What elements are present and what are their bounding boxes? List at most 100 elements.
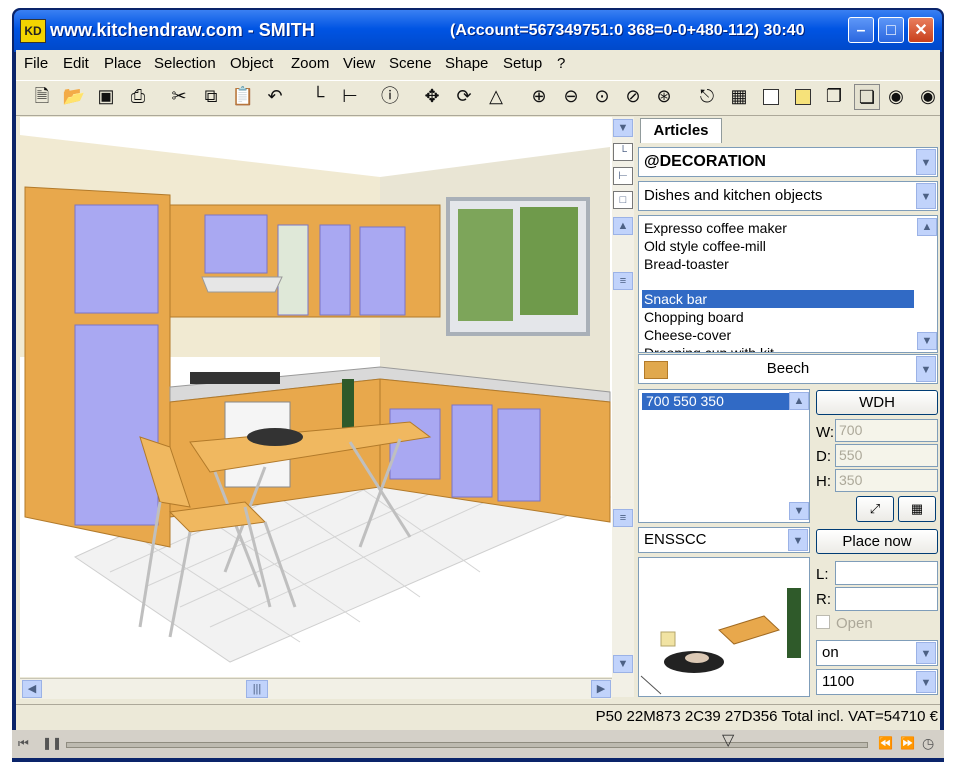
- chevron-down-icon[interactable]: ▼: [916, 642, 936, 664]
- list-item[interactable]: Old style coffee-mill: [642, 237, 914, 255]
- shaded-icon[interactable]: [795, 89, 811, 105]
- height-select[interactable]: 1100 ▼: [816, 669, 938, 695]
- menu-setup[interactable]: Setup: [503, 55, 542, 72]
- depth-field[interactable]: 550: [835, 444, 938, 467]
- timeline-track[interactable]: [66, 742, 868, 748]
- grid-icon[interactable]: ▦: [898, 496, 936, 522]
- menu-zoom[interactable]: Zoom: [291, 55, 329, 72]
- print-icon[interactable]: ⎙: [126, 84, 150, 108]
- code-select[interactable]: ENSSCC ▼: [638, 527, 810, 553]
- plan-view-icon[interactable]: ▦: [727, 84, 751, 108]
- menu-help[interactable]: ?: [557, 55, 565, 72]
- view-scroll-down-icon[interactable]: ▼: [613, 655, 633, 673]
- size-up-icon[interactable]: ▲: [789, 392, 809, 410]
- menu-scene[interactable]: Scene: [389, 55, 432, 72]
- scroll-left-icon[interactable]: ◀: [22, 680, 42, 698]
- mirror-icon[interactable]: △: [484, 84, 508, 108]
- size-list[interactable]: 700 550 350 ▲ ▼: [638, 389, 810, 523]
- wireframe-icon[interactable]: [763, 89, 779, 105]
- menu-object[interactable]: Object: [230, 55, 273, 72]
- render-icon[interactable]: ⎋: [695, 84, 719, 108]
- minimize-button[interactable]: –: [848, 17, 874, 43]
- wall-tool-icon[interactable]: └: [613, 143, 633, 161]
- menu-file[interactable]: File: [24, 55, 48, 72]
- r-field[interactable]: [835, 587, 938, 611]
- list-item[interactable]: [642, 273, 914, 291]
- tab-articles[interactable]: Articles: [640, 118, 722, 143]
- info-icon[interactable]: ⓘ: [378, 84, 402, 108]
- articles-list[interactable]: Expresso coffee maker Old style coffee-m…: [638, 215, 938, 353]
- list-item-selected[interactable]: Snack bar: [642, 290, 914, 308]
- camera-icon[interactable]: ◉: [884, 84, 908, 108]
- wdh-button[interactable]: WDH: [816, 390, 938, 415]
- resize-icon[interactable]: ⤢: [856, 496, 894, 522]
- save-icon[interactable]: ▣: [94, 84, 118, 108]
- list-item[interactable]: Bread-toaster: [642, 255, 914, 273]
- width-field[interactable]: 700: [835, 419, 938, 442]
- undo-icon[interactable]: ↶: [263, 84, 287, 108]
- horizontal-scrollbar[interactable]: ◀ ||| ▶: [20, 678, 612, 699]
- list-scroll-down-icon[interactable]: ≡: [613, 509, 633, 527]
- elevation-icon[interactable]: ❐: [822, 84, 846, 108]
- zoom-window-icon[interactable]: ⊙: [590, 84, 614, 108]
- place-now-button[interactable]: Place now: [816, 529, 938, 554]
- zoom-previous-icon[interactable]: ⊛: [652, 84, 676, 108]
- timeline-handle-icon[interactable]: ▽: [722, 730, 734, 750]
- fast-rewind-icon[interactable]: ⏪: [878, 736, 893, 750]
- chevron-down-icon[interactable]: ▼: [916, 183, 936, 209]
- open-checkbox[interactable]: [816, 615, 830, 629]
- finish-select[interactable]: Beech ▼: [638, 354, 938, 384]
- close-button[interactable]: ✕: [908, 17, 934, 43]
- maximize-button[interactable]: □: [878, 17, 904, 43]
- dimension-icon[interactable]: ⊢: [338, 84, 362, 108]
- menu-selection[interactable]: Selection: [154, 55, 216, 72]
- chevron-down-icon[interactable]: ▼: [916, 356, 936, 382]
- move-icon[interactable]: ✥: [420, 84, 444, 108]
- menu-place[interactable]: Place: [104, 55, 142, 72]
- size-option-selected[interactable]: 700 550 350: [642, 393, 791, 410]
- perspective-icon[interactable]: ❏: [854, 84, 880, 110]
- menu-edit[interactable]: Edit: [63, 55, 89, 72]
- paste-icon[interactable]: 📋: [231, 84, 255, 108]
- menu-shape[interactable]: Shape: [445, 55, 488, 72]
- zoom-out-icon[interactable]: ⊖: [559, 84, 583, 108]
- list-item[interactable]: Expresso coffee maker: [642, 219, 914, 237]
- height-field[interactable]: 350: [835, 469, 938, 492]
- list-up-icon[interactable]: ▲: [917, 218, 937, 236]
- list-scroll-up-icon[interactable]: ▲: [613, 217, 633, 235]
- scroll-right-icon[interactable]: ▶: [591, 680, 611, 698]
- scene-3d-view[interactable]: [20, 117, 612, 677]
- list-item[interactable]: Drooping cup with kit...: [642, 344, 914, 352]
- dimension-tool-icon[interactable]: ⊢: [613, 167, 633, 185]
- l-label: L:: [816, 566, 829, 583]
- list-item[interactable]: Cheese-cover: [642, 326, 914, 344]
- rewind-icon[interactable]: ⏮: [18, 736, 29, 751]
- l-field[interactable]: [835, 561, 938, 585]
- cut-icon[interactable]: ✂: [167, 84, 191, 108]
- list-scroll-thumb[interactable]: ≡: [613, 272, 633, 290]
- chevron-down-icon[interactable]: ▼: [916, 671, 936, 693]
- size-down-icon[interactable]: ▼: [789, 502, 809, 520]
- menu-view[interactable]: View: [343, 55, 375, 72]
- fast-forward-icon[interactable]: ⏩: [900, 736, 915, 750]
- photo-icon[interactable]: ◉: [916, 84, 940, 108]
- catalog-select[interactable]: @DECORATION ▼: [638, 147, 938, 177]
- clock-icon[interactable]: ◷: [922, 735, 934, 752]
- open-icon[interactable]: 📂: [62, 84, 86, 108]
- category-select[interactable]: Dishes and kitchen objects ▼: [638, 181, 938, 211]
- zoom-all-icon[interactable]: ⊘: [621, 84, 645, 108]
- scroll-thumb[interactable]: |||: [246, 680, 268, 698]
- pause-icon[interactable]: ❚❚: [42, 736, 62, 750]
- chevron-down-icon[interactable]: ▼: [788, 529, 808, 551]
- zoom-in-icon[interactable]: ⊕: [527, 84, 551, 108]
- page-tool-icon[interactable]: □: [613, 191, 633, 209]
- chevron-down-icon[interactable]: ▼: [916, 149, 936, 175]
- list-down-icon[interactable]: ▼: [917, 332, 937, 350]
- new-icon[interactable]: 🗎: [30, 84, 54, 108]
- rotate-icon[interactable]: ⟳: [452, 84, 476, 108]
- pointer-tool-icon[interactable]: ▼: [613, 119, 633, 137]
- copy-icon[interactable]: ⧉: [199, 84, 223, 108]
- on-select[interactable]: on ▼: [816, 640, 938, 666]
- stairs-icon[interactable]: └: [306, 84, 330, 108]
- list-item[interactable]: Chopping board: [642, 308, 914, 326]
